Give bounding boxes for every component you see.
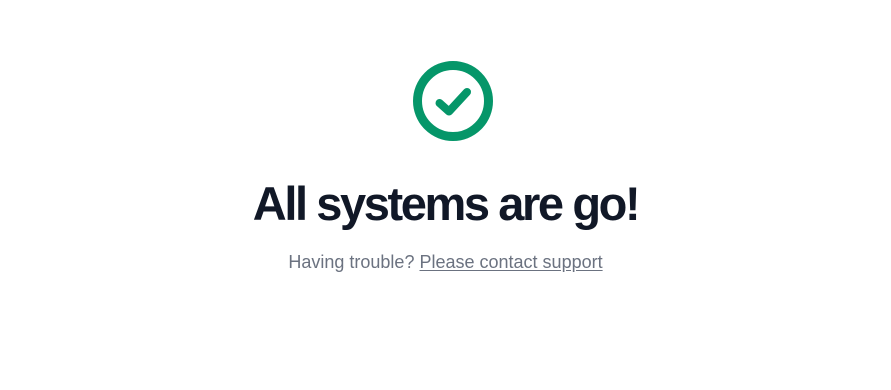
status-headline: All systems are go! (252, 177, 641, 230)
check-circle-icon (413, 61, 493, 141)
support-prompt: Having trouble? (288, 252, 415, 272)
support-message: Having trouble? Please contact support (0, 250, 891, 274)
contact-support-link[interactable]: Please contact support (419, 252, 602, 272)
status-page: All systems are go! Having trouble? Plea… (0, 0, 891, 390)
